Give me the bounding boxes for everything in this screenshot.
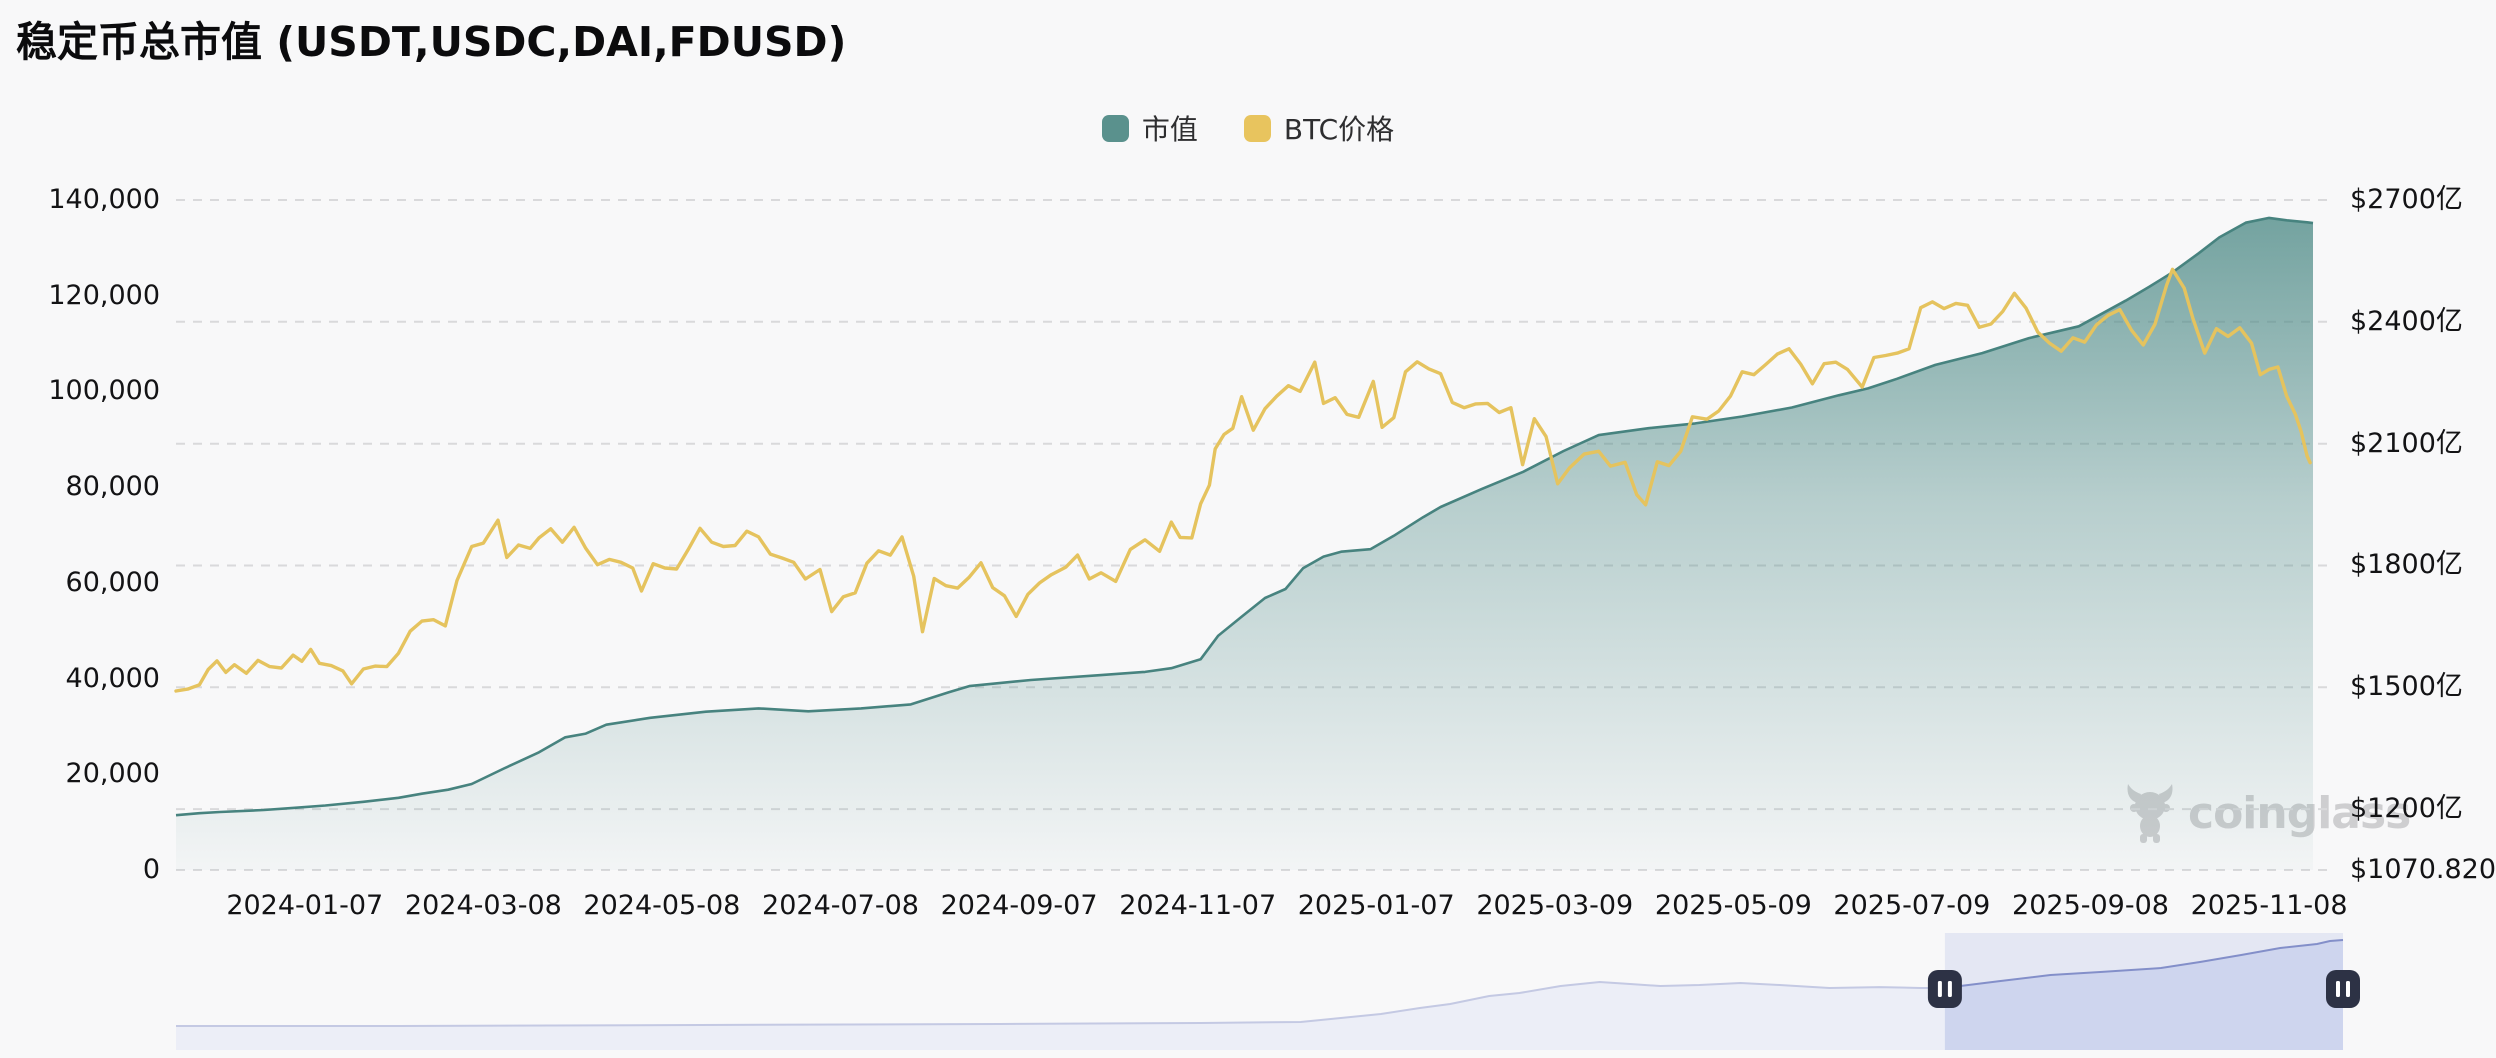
navigator-handle-left[interactable] [1927,970,1962,1008]
navigator-handle-right[interactable] [2326,970,2360,1008]
page: { "header": { "title": "稳定币总市值 (USDT,USD… [0,0,2496,1058]
navigator-mask-left [176,933,1945,1050]
main-chart[interactable] [0,0,2496,1058]
navigator-selection[interactable] [1944,933,2343,1050]
navigator[interactable] [176,933,2360,1050]
